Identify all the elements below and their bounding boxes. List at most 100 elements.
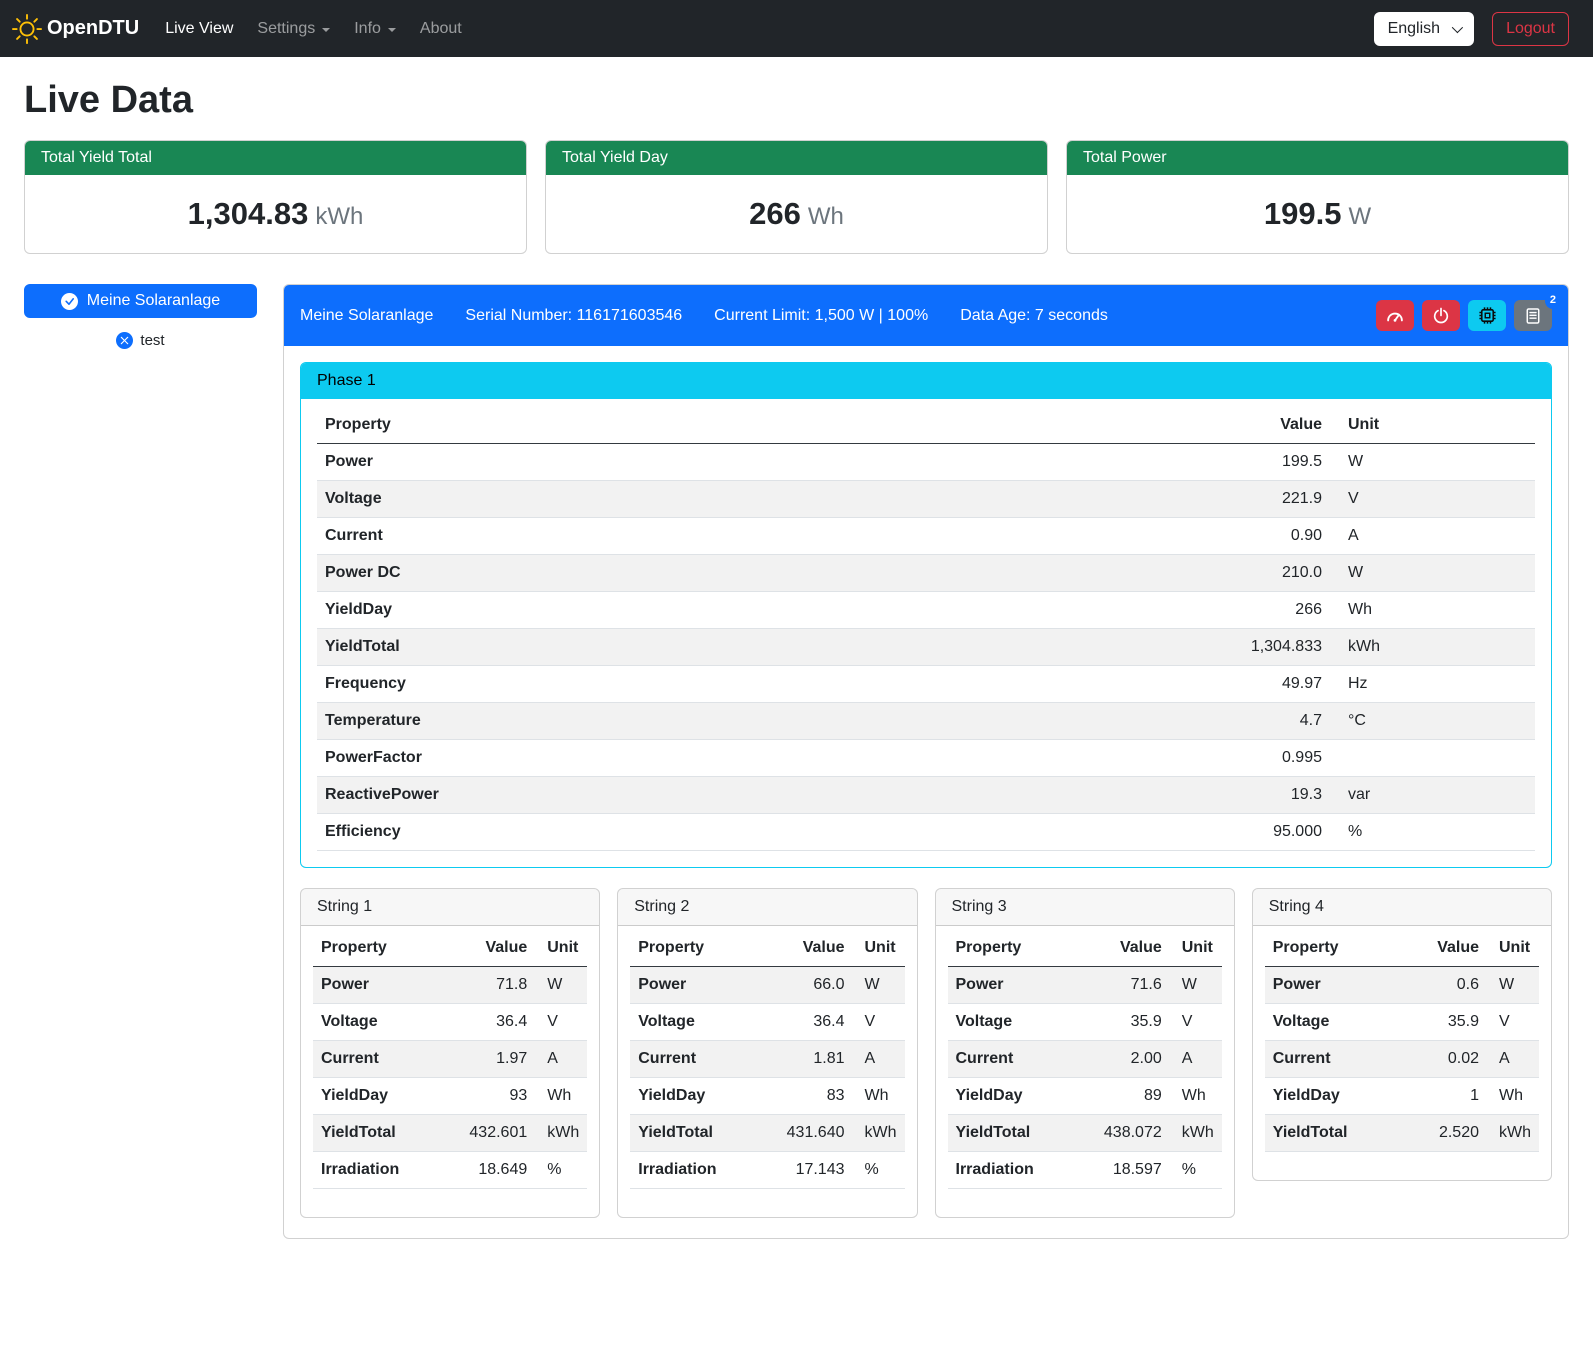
- value-cell: 89: [1092, 1078, 1170, 1115]
- table-row: Power 199.5 W: [317, 444, 1535, 481]
- unit-cell: W: [1330, 555, 1535, 592]
- value-cell: 1.81: [775, 1041, 853, 1078]
- device-info-button[interactable]: [1468, 300, 1506, 331]
- string-card-3: String 3 Property Value Unit: [935, 888, 1235, 1218]
- string-table: Property Value Unit Power: [630, 930, 904, 1189]
- limit-settings-button[interactable]: [1376, 300, 1414, 331]
- unit-cell: A: [853, 1041, 905, 1078]
- value-cell: 19.3: [1220, 777, 1330, 814]
- card-value: 1,304.83: [188, 196, 309, 231]
- unit-cell: %: [535, 1152, 587, 1189]
- unit-cell: W: [1487, 967, 1539, 1004]
- unit-cell: V: [1487, 1004, 1539, 1041]
- unit-cell: °C: [1330, 703, 1535, 740]
- property-cell: YieldTotal: [313, 1115, 457, 1152]
- table-row: YieldTotal 2.520 kWh: [1265, 1115, 1539, 1152]
- chevron-down-icon: [1452, 21, 1463, 32]
- value-cell: 71.6: [1092, 967, 1170, 1004]
- string-body: Property Value Unit Power: [1253, 926, 1551, 1180]
- card-value: 199.5: [1264, 196, 1342, 231]
- table-row: Voltage 221.9 V: [317, 481, 1535, 518]
- unit-cell: A: [535, 1041, 587, 1078]
- unit-cell: A: [1170, 1041, 1222, 1078]
- inverter-name: Meine Solaranlage: [300, 307, 433, 325]
- unit-cell: V: [853, 1004, 905, 1041]
- inverter-limit: Current Limit: 1,500 W | 100%: [714, 307, 928, 325]
- navbar: OpenDTU Live View Settings Info About En…: [0, 0, 1593, 57]
- value-cell: 71.8: [457, 967, 535, 1004]
- value-cell: 18.649: [457, 1152, 535, 1189]
- value-cell: 2.520: [1409, 1115, 1487, 1152]
- property-cell: YieldDay: [1265, 1078, 1409, 1115]
- value-cell: 17.143: [775, 1152, 853, 1189]
- unit-header: Unit: [1330, 407, 1535, 444]
- unit-header: Unit: [1170, 930, 1222, 967]
- table-row: Power 71.8 W: [313, 967, 587, 1004]
- value-header: Value: [1409, 930, 1487, 967]
- string-table: Property Value Unit Power: [948, 930, 1222, 1189]
- inverter-list: Meine Solaranlage test: [24, 284, 257, 349]
- unit-header: Unit: [535, 930, 587, 967]
- unit-cell: V: [1170, 1004, 1222, 1041]
- table-row: Voltage 36.4 V: [313, 1004, 587, 1041]
- table-header-row: Property Value Unit: [630, 930, 904, 967]
- property-cell: Current: [313, 1041, 457, 1078]
- property-cell: Voltage: [1265, 1004, 1409, 1041]
- string-card-1: String 1 Property Value Unit: [300, 888, 600, 1218]
- table-row: YieldTotal 1,304.833 kWh: [317, 629, 1535, 666]
- property-cell: YieldTotal: [948, 1115, 1092, 1152]
- table-header-row: Property Value Unit: [948, 930, 1222, 967]
- table-row: Current 1.97 A: [313, 1041, 587, 1078]
- property-cell: YieldDay: [313, 1078, 457, 1115]
- nav-item-settings[interactable]: Settings: [245, 12, 342, 46]
- unit-cell: V: [535, 1004, 587, 1041]
- property-cell: YieldDay: [948, 1078, 1092, 1115]
- content-row: Meine Solaranlage test Meine Solaranlage…: [24, 284, 1569, 1239]
- unit-cell: Wh: [1170, 1078, 1222, 1115]
- value-header: Value: [1220, 407, 1330, 444]
- brand[interactable]: OpenDTU: [12, 14, 139, 44]
- value-cell: 49.97: [1220, 666, 1330, 703]
- nav-item-live-view[interactable]: Live View: [153, 12, 245, 46]
- property-cell: Efficiency: [317, 814, 1220, 851]
- page-title: Live Data: [24, 79, 1569, 122]
- unit-cell: A: [1487, 1041, 1539, 1078]
- inverter-selector-label: test: [140, 332, 164, 349]
- table-row: YieldDay 93 Wh: [313, 1078, 587, 1115]
- unit-cell: kWh: [1170, 1115, 1222, 1152]
- property-cell: Irradiation: [630, 1152, 774, 1189]
- table-row: Irradiation 18.597 %: [948, 1152, 1222, 1189]
- table-row: Voltage 36.4 V: [630, 1004, 904, 1041]
- card-total-yield-total: Total Yield Total 1,304.83kWh: [24, 140, 527, 254]
- logout-button[interactable]: Logout: [1492, 12, 1569, 46]
- card-body: 199.5W: [1067, 175, 1568, 253]
- table-row: YieldDay 266 Wh: [317, 592, 1535, 629]
- property-cell: Power: [313, 967, 457, 1004]
- value-cell: 199.5: [1220, 444, 1330, 481]
- value-cell: 1: [1409, 1078, 1487, 1115]
- inverter-selector-active[interactable]: Meine Solaranlage: [24, 284, 257, 318]
- unit-cell: kWh: [535, 1115, 587, 1152]
- inverter-selector-test[interactable]: test: [24, 332, 257, 349]
- inverter-card: Meine Solaranlage Serial Number: 1161716…: [283, 284, 1569, 1239]
- unit-cell: Wh: [1487, 1078, 1539, 1115]
- power-toggle-button[interactable]: [1422, 300, 1460, 331]
- string-body: Property Value Unit Power: [618, 926, 916, 1217]
- value-cell: 431.640: [775, 1115, 853, 1152]
- property-cell: Voltage: [630, 1004, 774, 1041]
- event-log-button[interactable]: 2: [1514, 300, 1552, 331]
- unit-cell: %: [1330, 814, 1535, 851]
- unit-cell: kWh: [1487, 1115, 1539, 1152]
- nav-item-about[interactable]: About: [408, 12, 474, 46]
- unit-cell: %: [853, 1152, 905, 1189]
- nav-item-info[interactable]: Info: [342, 12, 408, 46]
- value-cell: 95.000: [1220, 814, 1330, 851]
- inverter-selector-label: Meine Solaranlage: [87, 292, 220, 310]
- summary-cards: Total Yield Total 1,304.83kWh Total Yiel…: [24, 140, 1569, 254]
- string-title: String 4: [1253, 889, 1551, 926]
- check-circle-icon: [61, 293, 78, 310]
- table-row: ReactivePower 19.3 var: [317, 777, 1535, 814]
- language-select[interactable]: English: [1374, 12, 1474, 46]
- value-cell: 1,304.833: [1220, 629, 1330, 666]
- property-cell: Power: [630, 967, 774, 1004]
